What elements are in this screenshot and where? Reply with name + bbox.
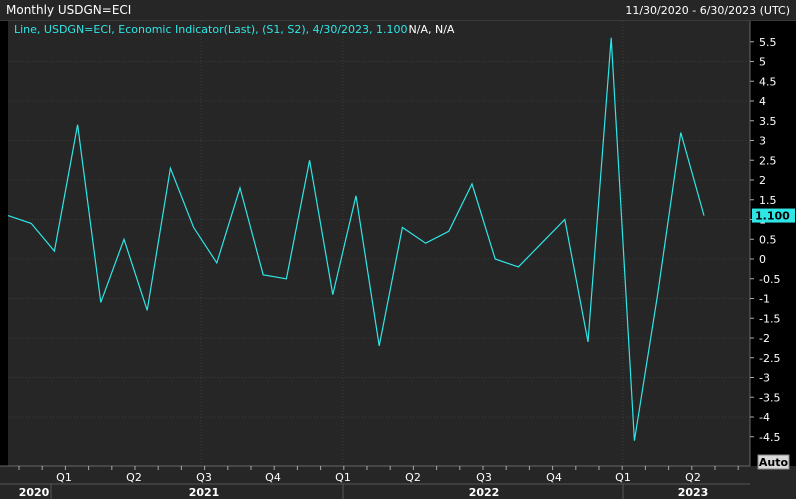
auto-button-label[interactable]: Auto <box>759 456 789 469</box>
legend-text: Line, USDGN=ECI, Economic Indicator(Last… <box>14 23 408 36</box>
y-tick-label: 3 <box>759 135 766 148</box>
x-quarter-label: Q2 <box>685 471 701 484</box>
plot-area <box>8 21 750 466</box>
x-year-label: 2020 <box>19 486 50 499</box>
y-tick-label: 2 <box>759 174 766 187</box>
y-tick-label: 1.5 <box>759 194 777 207</box>
y-tick-label: 5 <box>759 56 766 69</box>
y-tick-label: -3 <box>759 372 770 385</box>
y-tick-label: -2 <box>759 332 770 345</box>
x-quarter-label: Q3 <box>476 471 492 484</box>
y-tick-label: 4 <box>759 95 766 108</box>
legend-na-text: N/A, N/A <box>409 23 455 36</box>
y-tick-label: -4.5 <box>759 431 780 444</box>
x-quarter-label: Q2 <box>126 471 142 484</box>
last-value-marker: 1.100 <box>752 208 795 223</box>
x-quarter-label: Q3 <box>196 471 212 484</box>
x-quarter-label: Q1 <box>615 471 631 484</box>
x-year-label: 2023 <box>678 486 709 499</box>
y-tick-label: -4 <box>759 411 770 424</box>
y-tick-label: 4.5 <box>759 75 777 88</box>
x-quarter-label: Q1 <box>335 471 351 484</box>
y-tick-label: 5.5 <box>759 36 777 49</box>
x-quarter-label: Q4 <box>546 471 562 484</box>
y-tick-label: -0.5 <box>759 273 780 286</box>
y-tick-label: -3.5 <box>759 391 780 404</box>
y-tick-label: -1.5 <box>759 312 780 325</box>
x-axis-area <box>0 466 796 499</box>
x-year-label: 2022 <box>469 486 500 499</box>
y-tick-label: 3.5 <box>759 115 777 128</box>
last-value-label: 1.100 <box>755 210 790 223</box>
y-tick-label: 0 <box>759 253 766 266</box>
x-year-label: 2021 <box>189 486 220 499</box>
y-tick-label: 2.5 <box>759 154 777 167</box>
y-tick-label: -1 <box>759 293 770 306</box>
auto-button[interactable]: Auto <box>757 454 790 470</box>
x-quarter-label: Q1 <box>56 471 72 484</box>
x-quarter-label: Q2 <box>405 471 421 484</box>
y-tick-label: -2.5 <box>759 352 780 365</box>
y-tick-label: 0.5 <box>759 233 777 246</box>
line-chart: 5.554.543.532.521.510.50-0.5-1-1.5-2-2.5… <box>0 21 796 499</box>
x-quarter-label: Q4 <box>265 471 281 484</box>
